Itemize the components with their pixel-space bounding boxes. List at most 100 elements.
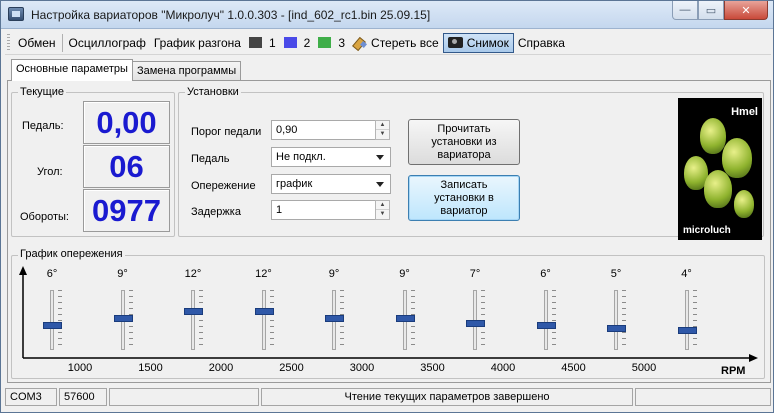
current-group: Текущие Педаль: 0,00 Угол: 06 Обороты: 0… (11, 86, 175, 237)
delay-spinner[interactable]: ▲ ▼ (375, 200, 390, 220)
rpm-tick-label: 3500 (420, 362, 445, 374)
advance-degree-label: 9° (328, 268, 340, 280)
tab-strip: Основные параметры Замена программы (11, 59, 242, 81)
advance-slider-thumb[interactable] (466, 319, 485, 327)
slider-ticks (551, 290, 556, 350)
status-empty (109, 388, 259, 406)
advance-slider-thumb[interactable] (607, 324, 626, 332)
x-axis-label: RPM (721, 365, 746, 377)
series-1-label: 1 (268, 35, 276, 50)
pedal-mode-value: Не подкл. (276, 151, 326, 163)
advance-degree-label: 12° (184, 268, 202, 280)
write-settings-button[interactable]: Записать установки в вариатор (408, 175, 520, 221)
advance-slider-track[interactable] (191, 290, 195, 350)
settings-group: Установки Порог педали 0,90 ▲ ▼ Педаль Н… (178, 86, 764, 237)
threshold-spinner[interactable]: ▲ ▼ (375, 120, 390, 140)
toolbar-separator (61, 33, 63, 52)
advance-slider-thumb[interactable] (184, 308, 203, 316)
snapshot-label: Снимок (466, 35, 509, 50)
slider-ticks (692, 290, 697, 350)
rpm-tick-label: 3000 (349, 362, 375, 374)
advance-slider-track[interactable] (50, 290, 54, 350)
advance-degree-label: 6° (46, 268, 58, 280)
pedal-mode-select[interactable]: Не подкл. (271, 147, 391, 167)
advance-slider-thumb[interactable] (536, 322, 556, 330)
advance-degree-label: 5° (610, 268, 622, 280)
threshold-input[interactable]: 0,90 (271, 120, 377, 140)
hops-logo: Hmel microluch (678, 98, 762, 240)
chevron-down-icon (376, 155, 384, 160)
series-2-color-icon (283, 37, 297, 48)
main-window: Настройка вариаторов "Микролуч" 1.0.0.30… (0, 0, 774, 413)
advance-label: Опережение (191, 180, 256, 192)
current-group-title: Текущие (18, 86, 66, 98)
status-message: Чтение текущих параметров завершено (261, 388, 633, 406)
status-baud: 57600 (59, 388, 107, 406)
advance-degree-label: 9° (117, 268, 128, 280)
angle-value: 06 (83, 145, 170, 188)
eraser-icon (353, 37, 367, 49)
advance-degree-label: 7° (469, 268, 481, 280)
pedal-value: 0,00 (83, 101, 170, 144)
advance-slider-track[interactable] (614, 290, 618, 350)
advance-slider-thumb[interactable] (395, 315, 415, 323)
pedal-mode-label: Педаль (191, 153, 230, 165)
advance-slider-thumb[interactable] (113, 315, 133, 323)
status-port: COM3 (5, 388, 57, 406)
series-3-toggle[interactable]: 3 (314, 33, 349, 53)
toolbar-grip-icon (7, 33, 10, 52)
advance-slider-thumb[interactable] (43, 322, 62, 330)
advance-degree-label: 4° (681, 268, 692, 280)
spin-up-icon[interactable]: ▲ (376, 201, 389, 210)
spin-down-icon[interactable]: ▼ (376, 210, 389, 219)
delay-input[interactable]: 1 (271, 200, 377, 220)
chevron-down-icon (376, 182, 384, 187)
delay-label: Задержка (191, 206, 241, 218)
spin-up-icon[interactable]: ▲ (376, 121, 389, 130)
advance-slider-track[interactable] (261, 290, 266, 350)
slider-ticks (269, 290, 274, 350)
rpm-tick-label: 1500 (138, 362, 163, 374)
advance-slider-thumb[interactable] (254, 308, 274, 316)
menu-exchange[interactable]: Обмен (14, 33, 60, 53)
advance-degree-label: 6° (540, 268, 551, 280)
minimize-button[interactable]: — (672, 1, 698, 20)
series-2-label: 2 (303, 35, 311, 50)
hop-cone-5 (734, 190, 754, 218)
menu-oscilloscope[interactable]: Осциллограф (65, 33, 150, 53)
threshold-label: Порог педали (191, 126, 262, 138)
advance-slider-thumb[interactable] (325, 315, 344, 323)
angle-label: Угол: (37, 166, 63, 178)
snapshot-button[interactable]: Снимок (442, 32, 514, 53)
read-settings-button[interactable]: Прочитать установки из вариатора (408, 119, 520, 165)
maximize-button[interactable]: ▭ (698, 1, 724, 20)
rpm-tick-label: 4500 (561, 362, 586, 374)
rpm-tick-label: 2500 (279, 362, 304, 374)
tab-main-params[interactable]: Основные параметры (11, 59, 133, 81)
advance-slider-thumb[interactable] (677, 326, 697, 334)
menu-help[interactable]: Справка (514, 33, 569, 53)
advance-select[interactable]: график (271, 174, 391, 194)
hop-cone-2 (700, 118, 726, 154)
series-1-color-icon (248, 37, 262, 48)
advance-slider-track[interactable] (684, 290, 689, 350)
spin-down-icon[interactable]: ▼ (376, 130, 389, 139)
status-bar: COM3 57600 Чтение текущих параметров зав… (5, 388, 771, 408)
rpm-value: 0977 (83, 189, 170, 232)
rpm-tick-label: 2000 (208, 362, 234, 374)
pedal-label: Педаль: (22, 120, 64, 132)
advance-slider-track[interactable] (543, 290, 548, 350)
logo-top-text: Hmel (731, 106, 758, 118)
close-button[interactable]: ✕ (724, 1, 768, 20)
erase-all-button[interactable]: Стереть все (349, 33, 443, 53)
logo-bottom-text: microluch (683, 225, 731, 236)
tab-replace-program[interactable]: Замена программы (131, 61, 242, 81)
app-icon (8, 7, 24, 21)
advance-value: график (276, 178, 313, 190)
rpm-label: Обороты: (20, 211, 69, 223)
series-1-toggle[interactable]: 1 (245, 33, 280, 53)
menu-accel-chart[interactable]: График разгона (150, 33, 245, 53)
series-2-toggle[interactable]: 2 (280, 33, 315, 53)
settings-group-title: Установки (185, 86, 241, 98)
erase-all-label: Стереть все (371, 35, 439, 50)
